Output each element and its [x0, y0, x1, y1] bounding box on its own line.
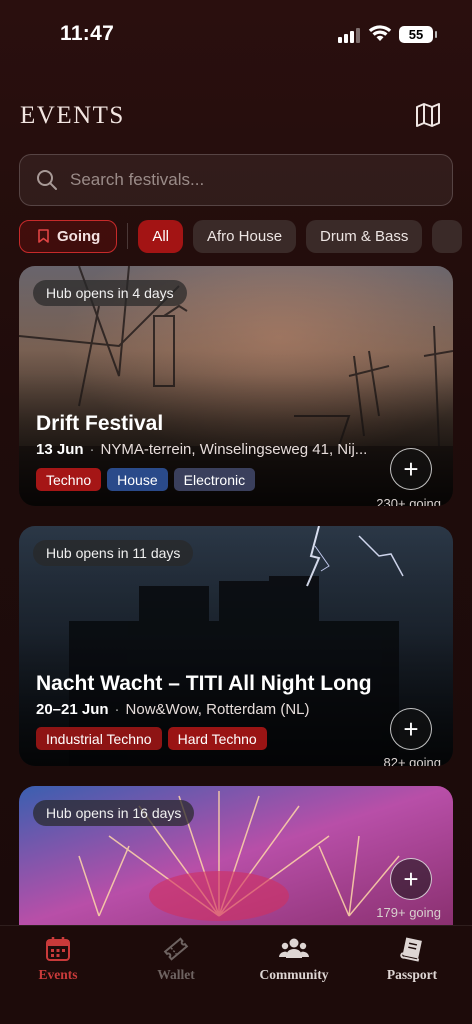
tab-label: Community: [259, 967, 329, 982]
tab-community[interactable]: Community: [244, 936, 344, 983]
bookmark-icon: [38, 229, 49, 243]
going-count: 179+ going: [376, 905, 441, 920]
hub-badge: Hub opens in 4 days: [33, 280, 187, 306]
users-icon: [279, 938, 309, 958]
event-date: 20–21 Jun: [36, 701, 109, 718]
tab-events[interactable]: Events: [8, 936, 108, 983]
tab-label: Passport: [386, 967, 438, 982]
event-title: Drift Festival: [36, 412, 164, 435]
add-event-button[interactable]: +: [390, 858, 432, 900]
event-card[interactable]: Hub opens in 11 days Nacht Wacht – TITI …: [19, 526, 453, 766]
status-bar: 11:47 55: [0, 0, 472, 64]
filter-chip-afro-house[interactable]: Afro House: [193, 219, 297, 253]
event-tags: Industrial Techno Hard Techno: [36, 727, 267, 750]
wifi-icon: [368, 25, 392, 41]
book-icon: [400, 937, 422, 962]
ticket-icon: [163, 937, 189, 961]
page-title: EVENTS: [20, 102, 125, 129]
chip-divider: [127, 223, 129, 249]
tab-wallet[interactable]: Wallet: [126, 936, 226, 983]
event-location: Now&Wow, Rotterdam (NL): [125, 701, 310, 718]
going-filter-label: Going: [57, 227, 101, 245]
genre-tag: Electronic: [173, 468, 256, 491]
plus-icon: +: [403, 863, 419, 894]
event-meta: 13 Jun · NYMA-terrein, Winselingseweg 41, …: [36, 441, 376, 458]
event-tags: Techno House Electronic: [36, 468, 256, 491]
search-icon: [37, 170, 57, 190]
genre-tag: Industrial Techno: [36, 727, 162, 750]
tab-label: Wallet: [157, 967, 195, 982]
add-event-button[interactable]: +: [390, 708, 432, 750]
tab-label: Events: [38, 967, 78, 982]
map-icon[interactable]: [413, 100, 443, 130]
genre-tag: Hard Techno: [167, 727, 267, 750]
plus-icon: +: [403, 453, 419, 484]
filter-chip-drum-and-bass[interactable]: Drum & Bass: [306, 219, 423, 253]
search-input[interactable]: [70, 170, 430, 190]
event-location: NYMA-terrein, Winselingseweg 41, Nij...: [100, 441, 368, 458]
genre-tag: Techno: [36, 468, 102, 491]
event-meta: 20–21 Jun · Now&Wow, Rotterdam (NL): [36, 701, 376, 718]
plus-icon: +: [403, 713, 419, 744]
event-title: Nacht Wacht – TITI All Night Long: [36, 672, 372, 695]
going-count: 230+ going: [376, 496, 441, 506]
filter-chip-more[interactable]: [432, 219, 463, 253]
calendar-icon: [46, 937, 70, 961]
going-filter-chip[interactable]: Going: [19, 219, 118, 253]
event-card[interactable]: Hub opens in 16 days + 179+ going: [19, 786, 453, 925]
status-time: 11:47: [60, 22, 115, 45]
genre-tag: House: [107, 468, 168, 491]
filter-chip-all[interactable]: All: [138, 219, 183, 253]
filter-chips: Going All Afro House Drum & Bass: [19, 219, 472, 253]
separator-dot: ·: [114, 701, 120, 718]
going-count: 82+ going: [383, 755, 441, 766]
cellular-signal-icon: [338, 28, 360, 43]
separator-dot: ·: [89, 441, 95, 458]
tab-bar: Events Wallet Community Passport: [0, 925, 472, 1024]
tab-passport[interactable]: Passport: [362, 936, 462, 983]
add-event-button[interactable]: +: [390, 448, 432, 490]
event-date: 13 Jun: [36, 441, 84, 458]
event-card[interactable]: Hub opens in 4 days Drift Festival 13 Ju…: [19, 266, 453, 506]
hub-badge: Hub opens in 16 days: [33, 800, 195, 826]
hub-badge: Hub opens in 11 days: [33, 540, 194, 566]
battery-icon: 55: [399, 26, 437, 43]
search-bar[interactable]: [19, 154, 453, 206]
